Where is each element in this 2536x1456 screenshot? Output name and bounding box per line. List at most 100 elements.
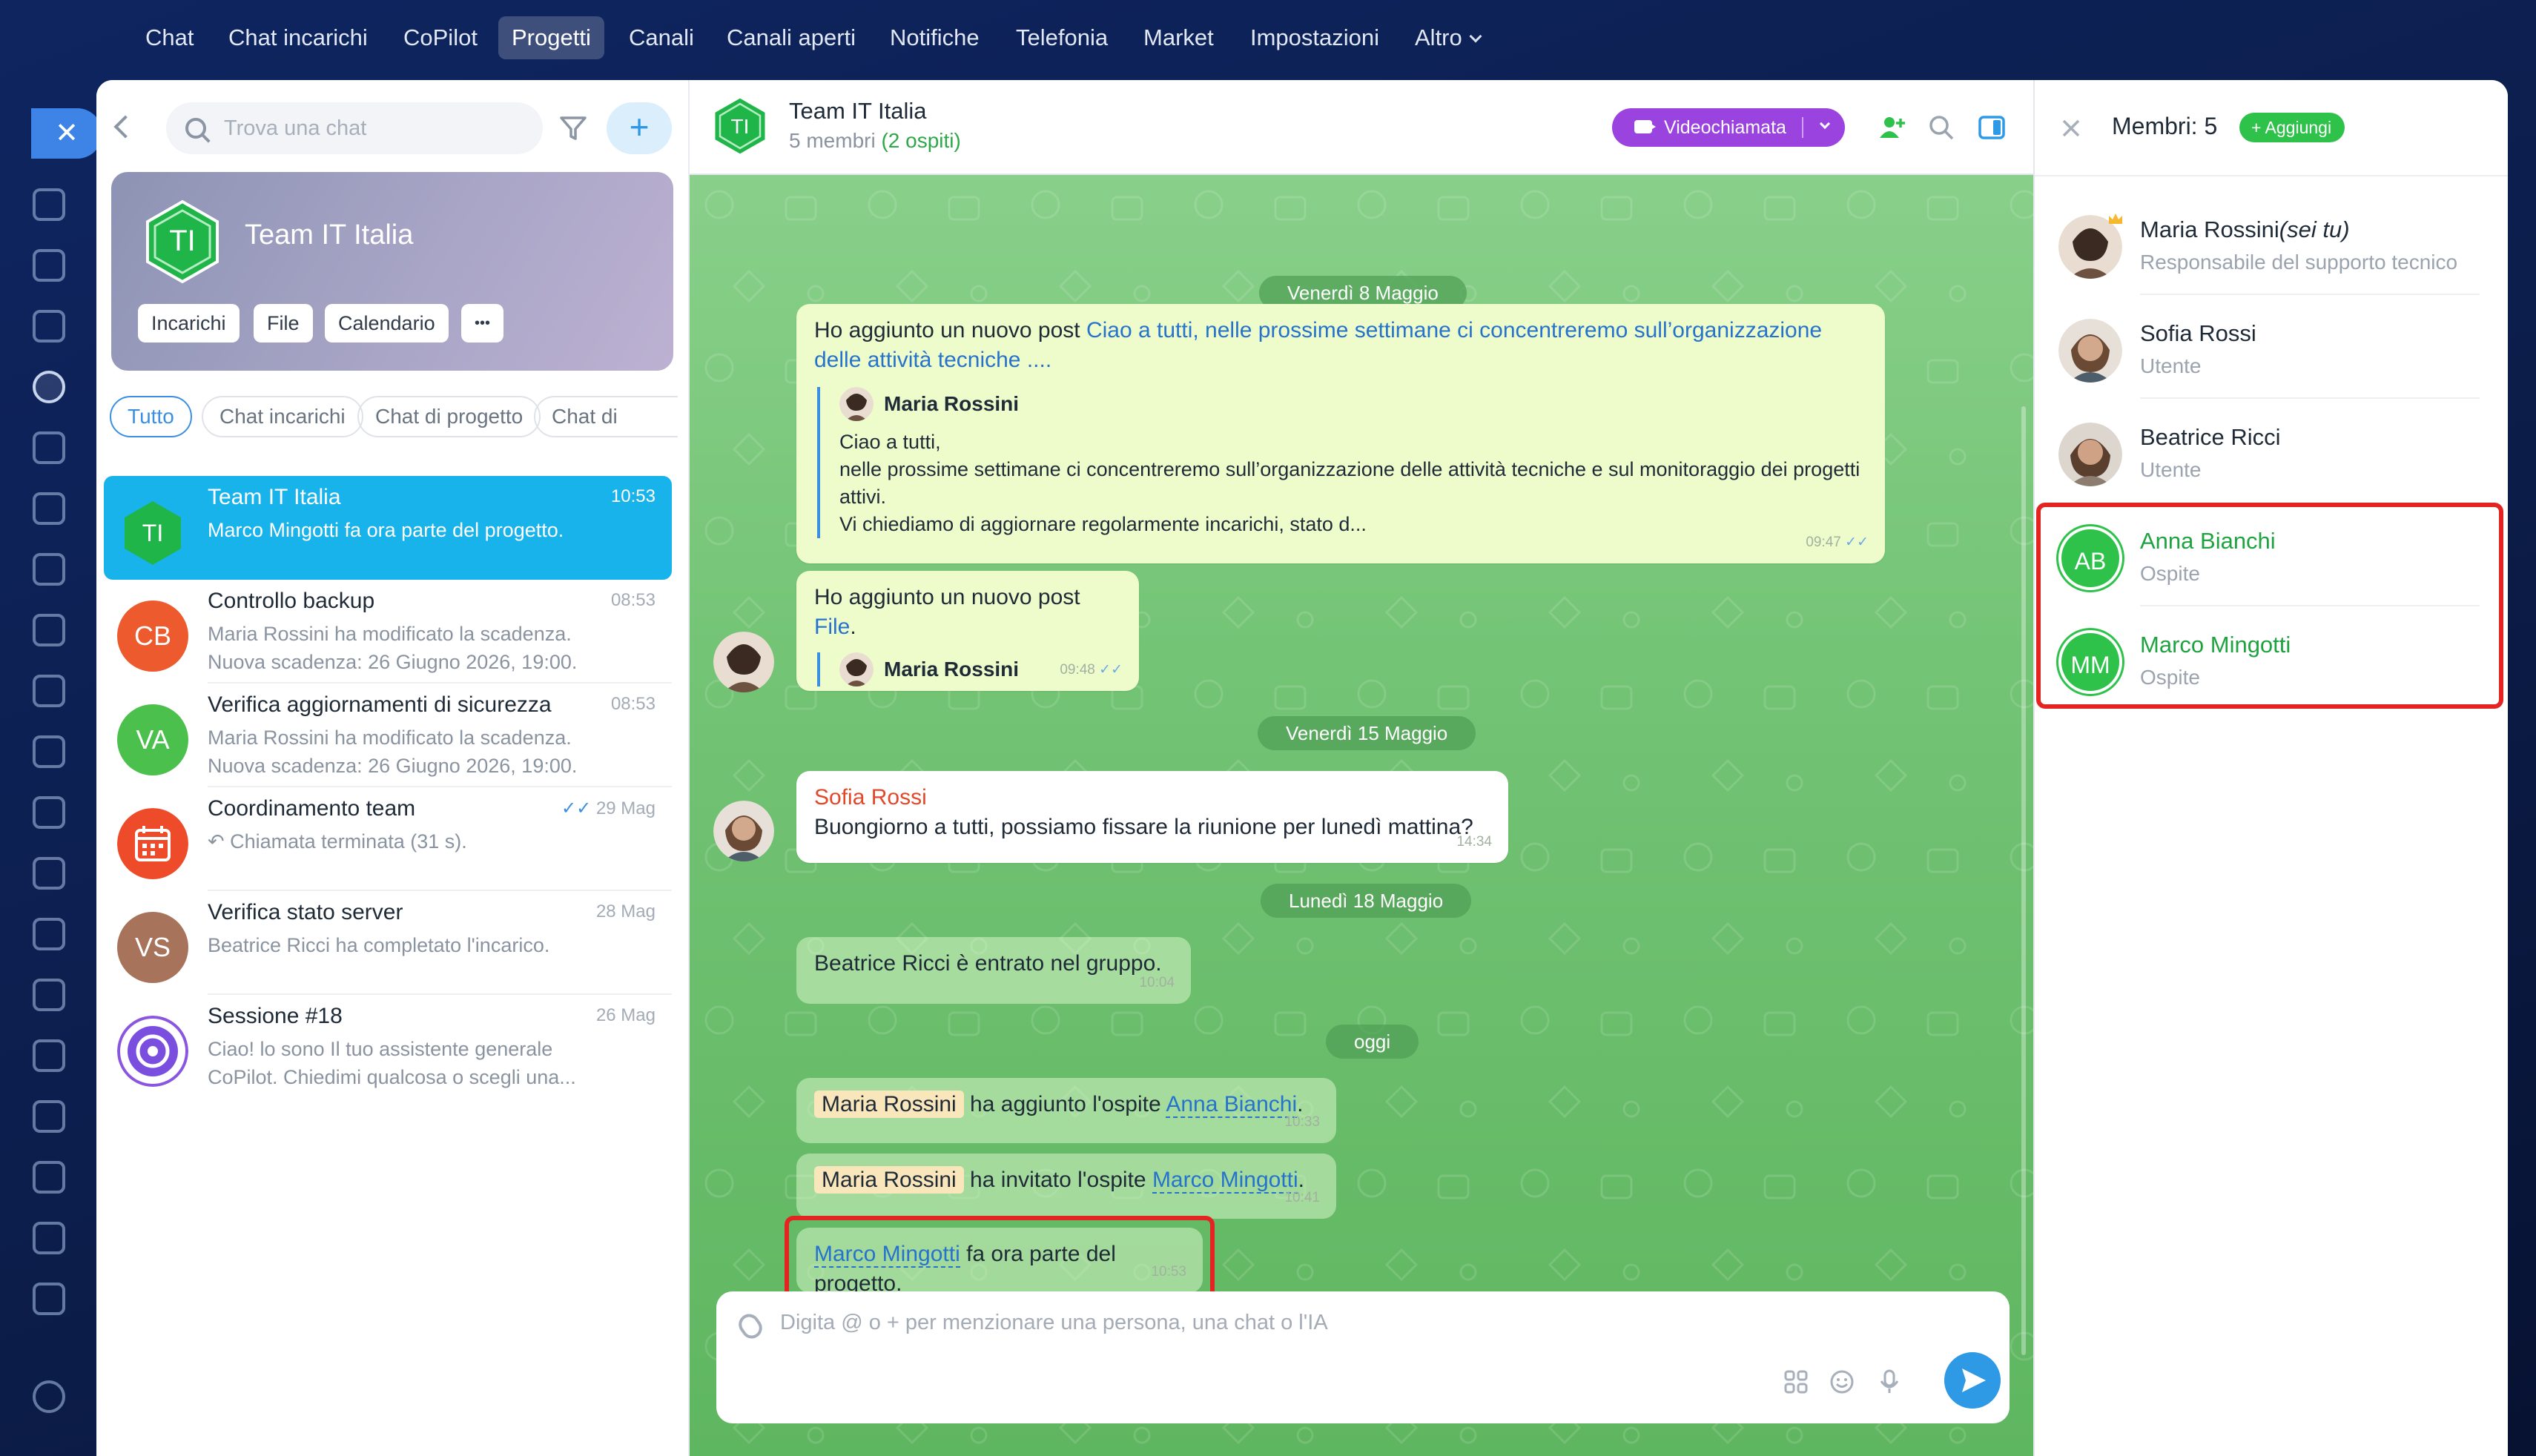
close-icon[interactable] xyxy=(2060,117,2082,139)
chat-hex-avatar[interactable]: TI xyxy=(709,95,771,157)
member-item-beatrice-ricci[interactable]: Beatrice Ricci Utente xyxy=(2035,399,2508,503)
chip-file[interactable]: File xyxy=(254,304,313,343)
sender-avatar-maria[interactable] xyxy=(713,632,774,692)
billing-icon[interactable] xyxy=(33,979,65,1011)
message-time: 10:33 xyxy=(1284,1114,1320,1130)
chat-preview-text: Chiamata terminata (31 s). xyxy=(230,830,467,853)
nav-chat[interactable]: Chat xyxy=(132,16,207,59)
filter-icon[interactable] xyxy=(559,114,587,142)
projects-icon[interactable] xyxy=(33,371,65,403)
filter-chat-di-progetto[interactable]: Chat di progetto xyxy=(357,396,541,437)
chat-item-controllo-backup[interactable]: CB Controllo backup 08:53 Maria Rossini … xyxy=(104,580,672,684)
member-item-sofia-rossi[interactable]: Sofia Rossi Utente xyxy=(2035,295,2508,399)
attach-icon[interactable] xyxy=(734,1310,767,1343)
member-item-maria-rossini[interactable]: Maria Rossini(sei tu) Responsabile del s… xyxy=(2035,191,2508,295)
back-arrow-icon[interactable] xyxy=(113,115,137,139)
chevron-down-icon[interactable] xyxy=(1819,118,1831,130)
edit-icon[interactable] xyxy=(33,1283,65,1315)
message-sofia[interactable]: Sofia Rossi Buongiorno a tutti, possiamo… xyxy=(796,771,1508,863)
cart-icon[interactable] xyxy=(33,857,65,890)
send-button[interactable] xyxy=(1944,1352,2001,1409)
filter-chat-incarichi[interactable]: Chat incarichi xyxy=(202,396,363,437)
message-prefix: Ho aggiunto un nuovo post xyxy=(814,318,1086,343)
schedule-icon[interactable] xyxy=(33,1100,65,1133)
message-text: Maria Rossini ha aggiunto l'ospite Anna … xyxy=(814,1090,1318,1119)
search-input[interactable]: Trova una chat xyxy=(166,102,543,154)
sender-avatar-sofia[interactable] xyxy=(713,801,774,861)
search-icon[interactable] xyxy=(1926,113,1956,142)
emoji-icon[interactable] xyxy=(1829,1369,1855,1395)
chip-calendario[interactable]: Calendario xyxy=(325,304,449,343)
filter-tutto[interactable]: Tutto xyxy=(110,396,192,437)
message-composer[interactable]: Digita @ o + per menzionare una persona,… xyxy=(716,1291,2010,1423)
project-hero-card: TI Team IT Italia Incarichi File Calenda… xyxy=(111,172,673,371)
nav-progetti[interactable]: Progetti xyxy=(498,16,604,59)
chat-icon[interactable] xyxy=(33,188,65,221)
add-member-icon[interactable] xyxy=(1878,113,1907,142)
message-post-file[interactable]: Ho aggiunto un nuovo post File. Maria Ro… xyxy=(796,571,1139,691)
chat-item-verifica-stato-server[interactable]: VS Verifica stato server 28 Mag Beatrice… xyxy=(104,891,672,995)
library-icon[interactable] xyxy=(33,1039,65,1072)
chip-incarichi[interactable]: Incarichi xyxy=(138,304,240,343)
settings-icon[interactable] xyxy=(33,1380,65,1413)
chat-preview: Maria Rossini ha modificato la scadenza.… xyxy=(208,623,578,673)
document-icon[interactable] xyxy=(33,553,65,586)
guest-link[interactable]: Marco Mingotti xyxy=(1152,1168,1298,1194)
contacts-icon[interactable] xyxy=(33,614,65,646)
hex-avatar: TI xyxy=(125,501,181,565)
chat-item-sessione-18[interactable]: Sessione #18 26 Mag Ciao! lo sono Il tuo… xyxy=(104,995,672,1099)
chat-item-coordinamento-team[interactable]: Coordinamento team ✓✓ 29 Mag ↶ Chiamata … xyxy=(104,787,672,891)
chat-item-verifica-aggiornamenti[interactable]: VA Verifica aggiornamenti di sicurezza 0… xyxy=(104,684,672,787)
quote-line-3: Vi chiediamo di aggiornare regolarmente … xyxy=(839,513,1367,535)
nav-chat-incarichi[interactable]: Chat incarichi xyxy=(215,16,381,59)
microphone-icon[interactable] xyxy=(1876,1369,1903,1395)
calendar-icon[interactable] xyxy=(33,492,65,525)
user-mention-tag[interactable]: Maria Rossini xyxy=(814,1166,964,1194)
filter-stack-icon[interactable] xyxy=(33,796,65,829)
notes-icon[interactable] xyxy=(33,431,65,464)
nav-market[interactable]: Market xyxy=(1130,16,1227,59)
tasks-icon[interactable] xyxy=(33,249,65,282)
avatar xyxy=(2058,319,2122,383)
double-check-icon: ✓✓ xyxy=(1099,662,1123,678)
filter-chat-di[interactable]: Chat di xyxy=(534,396,678,437)
add-member-button[interactable]: + Aggiungi xyxy=(2239,113,2345,142)
chat-time: ✓✓ 29 Mag xyxy=(561,798,656,819)
nav-copilot[interactable]: CoPilot xyxy=(390,16,491,59)
nav-canali-aperti[interactable]: Canali aperti xyxy=(713,16,869,59)
guest-link[interactable]: Anna Bianchi xyxy=(1166,1092,1298,1118)
message-text-part: ha invitato l'ospite xyxy=(963,1168,1152,1192)
video-call-button[interactable]: Videochiamata xyxy=(1612,108,1845,147)
report-icon[interactable] xyxy=(33,1222,65,1254)
analytics-icon[interactable] xyxy=(33,1161,65,1194)
user-mention-tag[interactable]: Maria Rossini xyxy=(814,1091,964,1118)
sidebar-toggle-icon[interactable] xyxy=(1977,113,2007,142)
nav-altro[interactable]: Altro xyxy=(1401,16,1493,59)
divider xyxy=(2035,175,2508,176)
close-panel-button[interactable]: ✕ xyxy=(31,108,102,159)
copilot-icon[interactable] xyxy=(33,310,65,343)
chat-item-team-it-italia[interactable]: TI Team IT Italia 10:53 Marco Mingotti f… xyxy=(104,476,672,580)
system-message-guest-added: Maria Rossini ha aggiunto l'ospite Anna … xyxy=(796,1078,1336,1143)
chip-more[interactable]: ••• xyxy=(461,304,504,343)
new-chat-button[interactable]: + xyxy=(607,102,672,154)
drive-icon[interactable] xyxy=(33,675,65,707)
nav-impostazioni[interactable]: Impostazioni xyxy=(1237,16,1393,59)
chat-members-summary[interactable]: 5 membri (2 ospiti) xyxy=(789,129,961,153)
scrollbar[interactable] xyxy=(2021,406,2026,1355)
nav-notifiche[interactable]: Notifiche xyxy=(876,16,993,59)
chat-name: Verifica stato server xyxy=(208,900,403,924)
file-link[interactable]: File xyxy=(814,615,850,639)
project-hex-avatar: TI xyxy=(146,199,219,284)
top-navigation: Chat Chat incarichi CoPilot Progetti Can… xyxy=(0,0,2536,77)
nav-canali[interactable]: Canali xyxy=(615,16,707,59)
archive-icon[interactable] xyxy=(33,918,65,950)
member-role: Utente xyxy=(2140,354,2202,377)
member-name: Beatrice Ricci xyxy=(2140,424,2281,450)
apps-grid-icon[interactable] xyxy=(1783,1369,1809,1395)
mail-icon[interactable] xyxy=(33,735,65,768)
message-text: Ho aggiunto un nuovo post Ciao a tutti, … xyxy=(814,316,1867,375)
message-post[interactable]: Ho aggiunto un nuovo post Ciao a tutti, … xyxy=(796,304,1885,563)
nav-telefonia[interactable]: Telefonia xyxy=(1003,16,1121,59)
svg-text:TI: TI xyxy=(142,520,163,546)
